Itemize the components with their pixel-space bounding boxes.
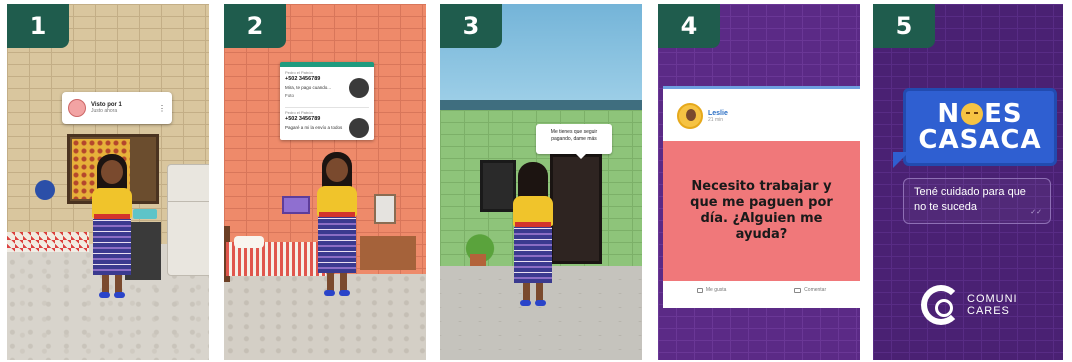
panel-street: 3 Me tienes que seguir pagando, dame más (440, 4, 642, 360)
chat-window: Pedro el Patrón +502 3456789 Mira, te pa… (280, 62, 374, 140)
like-label: Me gusta (705, 287, 727, 293)
more-icon: ⋮ (158, 103, 166, 113)
panel-number-badge: 1 (7, 4, 69, 48)
table (7, 232, 89, 252)
comment-icon (794, 287, 802, 293)
logo-line-1: COMUNI (967, 292, 1018, 305)
panel-social-post: 4 Leslie 21 min Necesito trabajar y que … (658, 4, 860, 360)
speech-bubble: Me tienes que seguir pagando, dame más (536, 124, 612, 159)
panel-number-badge: 5 (873, 4, 935, 48)
bubble-tail (893, 152, 909, 168)
side-table (360, 236, 416, 270)
flower-pot (470, 254, 486, 266)
pillow (234, 236, 264, 248)
reply-text: Tené cuidado para que no te suceda (914, 186, 1026, 213)
notification-subtitle: Justo ahora (91, 108, 118, 114)
sender-name: Pedro el Patrón (285, 110, 313, 115)
like-button[interactable]: Me gusta (696, 287, 727, 293)
woman-character (87, 154, 137, 304)
like-icon (696, 287, 703, 293)
view-notification: Visto por 1 Justo ahora ⋮ (62, 92, 172, 124)
logo-wordmark: COMUNI CARES (967, 293, 1018, 317)
slogan-line-1: N ES (937, 101, 1022, 127)
author-name[interactable]: Leslie (708, 110, 728, 117)
divider (285, 107, 369, 108)
panel-number-badge: 2 (224, 4, 286, 48)
sender-name: Pedro el Patrón (285, 70, 313, 75)
frying-pan (35, 180, 55, 200)
mirror (374, 194, 396, 224)
post-header: Leslie 21 min (677, 103, 728, 129)
worried-face-icon (961, 103, 984, 125)
post-time: 21 min (708, 116, 724, 123)
logo-mark-icon (921, 285, 961, 325)
comment-label: Comentar (804, 287, 827, 293)
chat-message: Pedro el Patrón +502 3456789 Mira, te pa… (285, 70, 369, 106)
comment-button[interactable]: Comentar (794, 287, 826, 293)
slogan-bubble: N ES CASACA (903, 88, 1057, 166)
avatar (68, 99, 86, 117)
logo-line-2: CARES (967, 305, 1010, 317)
panel-bedroom: 2 Pedro el Patrón +502 3456789 Mira, te … (224, 4, 426, 360)
panel-number-badge: 3 (440, 4, 502, 48)
message-text: Mira, te pago cuando... (285, 85, 332, 90)
contact-avatar (349, 78, 369, 98)
contact-avatar (349, 118, 369, 138)
message-text: Pagaré a mi la envío a todos (285, 125, 343, 130)
panel-campaign: 5 N ES CASACA Tené cuidado para que no te… (873, 4, 1063, 360)
woman-character-back (508, 162, 558, 312)
post-body: Necesito trabajar y que me paguen por dí… (663, 141, 860, 281)
read-checkmarks-icon: ✓✓ (1030, 208, 1042, 216)
woman-character (312, 152, 362, 302)
reply-bubble: Tené cuidado para que no te suceda ✓✓ (903, 178, 1051, 224)
post-text: Necesito trabajar y que me paguen por dí… (690, 178, 833, 243)
panel-number-badge: 4 (658, 4, 720, 48)
roof-eave (440, 100, 642, 110)
wall-picture (282, 196, 310, 214)
comunicares-logo: COMUNI CARES (921, 280, 1031, 330)
refrigerator (167, 164, 209, 276)
post-card: Leslie 21 min Necesito trabajar y que me… (663, 86, 860, 308)
panel-kitchen: 1 Visto por 1 Justo ahora ⋮ (7, 4, 209, 360)
slogan-line-2: CASACA (918, 125, 1042, 155)
post-actions: Me gusta Comentar (663, 287, 860, 293)
author-avatar (677, 103, 703, 129)
chat-message: Pedro el Patrón +502 3456789 Pagaré a mi… (285, 110, 369, 146)
